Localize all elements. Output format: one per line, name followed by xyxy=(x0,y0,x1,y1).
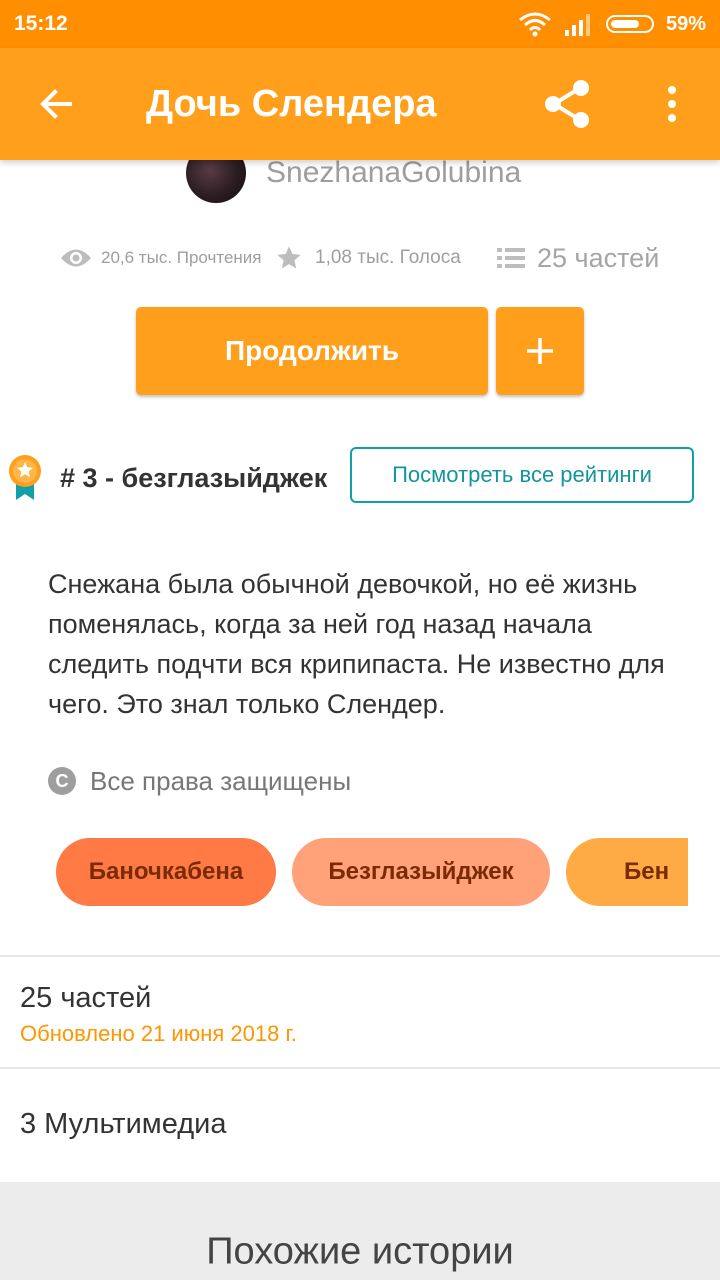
tag-chip[interactable]: Безглазыйджек xyxy=(292,838,550,906)
parts-stat: 25 частей xyxy=(497,243,659,274)
status-time: 15:12 xyxy=(14,12,68,35)
story-description: Снежана была обычной девочкой, но её жиз… xyxy=(48,569,665,719)
ranking-badge-icon xyxy=(9,455,41,500)
share-icon[interactable] xyxy=(540,76,596,132)
battery-icon xyxy=(605,15,654,33)
divider xyxy=(0,955,720,957)
continue-button[interactable]: Продолжить xyxy=(136,307,488,395)
copyright-text: Все права защищены xyxy=(90,765,352,796)
similar-stories-title: Похожие истории xyxy=(206,1230,514,1273)
votes-stat: 1,08 тыс. Голоса xyxy=(275,244,497,272)
arrow-left-icon[interactable] xyxy=(36,84,76,124)
reads-count: 20,6 тыс. Прочтения xyxy=(101,248,262,267)
page-title: Дочь Слендера xyxy=(146,83,437,125)
similar-stories-section: Похожие истории xyxy=(0,1182,720,1280)
ranking-text: # 3 - безглазыйджек xyxy=(60,462,328,493)
tag-chip[interactable]: Баночкабена xyxy=(56,838,276,906)
tag-chip[interactable]: Бен xyxy=(566,838,688,906)
divider xyxy=(0,1067,720,1069)
story-stats: 20,6 тыс. Прочтения 1,08 тыс. Голоса 25 … xyxy=(60,236,670,280)
status-icons: 59% xyxy=(518,10,706,38)
copyright-row: C Все права защищены xyxy=(48,764,351,798)
reads-stat: 20,6 тыс. Прочтения xyxy=(60,247,275,269)
toc-parts-label[interactable]: 25 частей xyxy=(20,982,151,1015)
app-bar: Дочь Слендера xyxy=(0,48,720,160)
eye-icon xyxy=(61,249,91,267)
ranking-row: # 3 - безглазыйджек xyxy=(8,450,327,506)
wifi-icon xyxy=(519,12,551,37)
signal-icon xyxy=(564,14,590,36)
votes-count: 1,08 тыс. Голоса xyxy=(315,247,461,268)
star-icon xyxy=(277,246,301,269)
add-to-library-button[interactable] xyxy=(496,307,584,395)
more-vert-icon[interactable] xyxy=(652,82,692,126)
author-name[interactable]: SnezhanaGolubina xyxy=(266,156,521,190)
media-row[interactable]: 3 Мультимедиа xyxy=(20,1108,226,1141)
view-all-ratings-button[interactable]: Посмотреть все рейтинги xyxy=(350,447,694,503)
plus-icon xyxy=(527,338,553,364)
parts-count: 25 частей xyxy=(537,242,660,273)
status-bar: 15:12 59% xyxy=(0,0,720,48)
battery-percent: 59% xyxy=(665,12,706,35)
copyright-icon: C xyxy=(48,767,76,795)
list-icon xyxy=(497,248,525,268)
toc-updated-label: Обновлено 21 июня 2018 г. xyxy=(20,1021,297,1046)
tag-list: Баночкабена Безглазыйджек Бен xyxy=(0,838,688,908)
